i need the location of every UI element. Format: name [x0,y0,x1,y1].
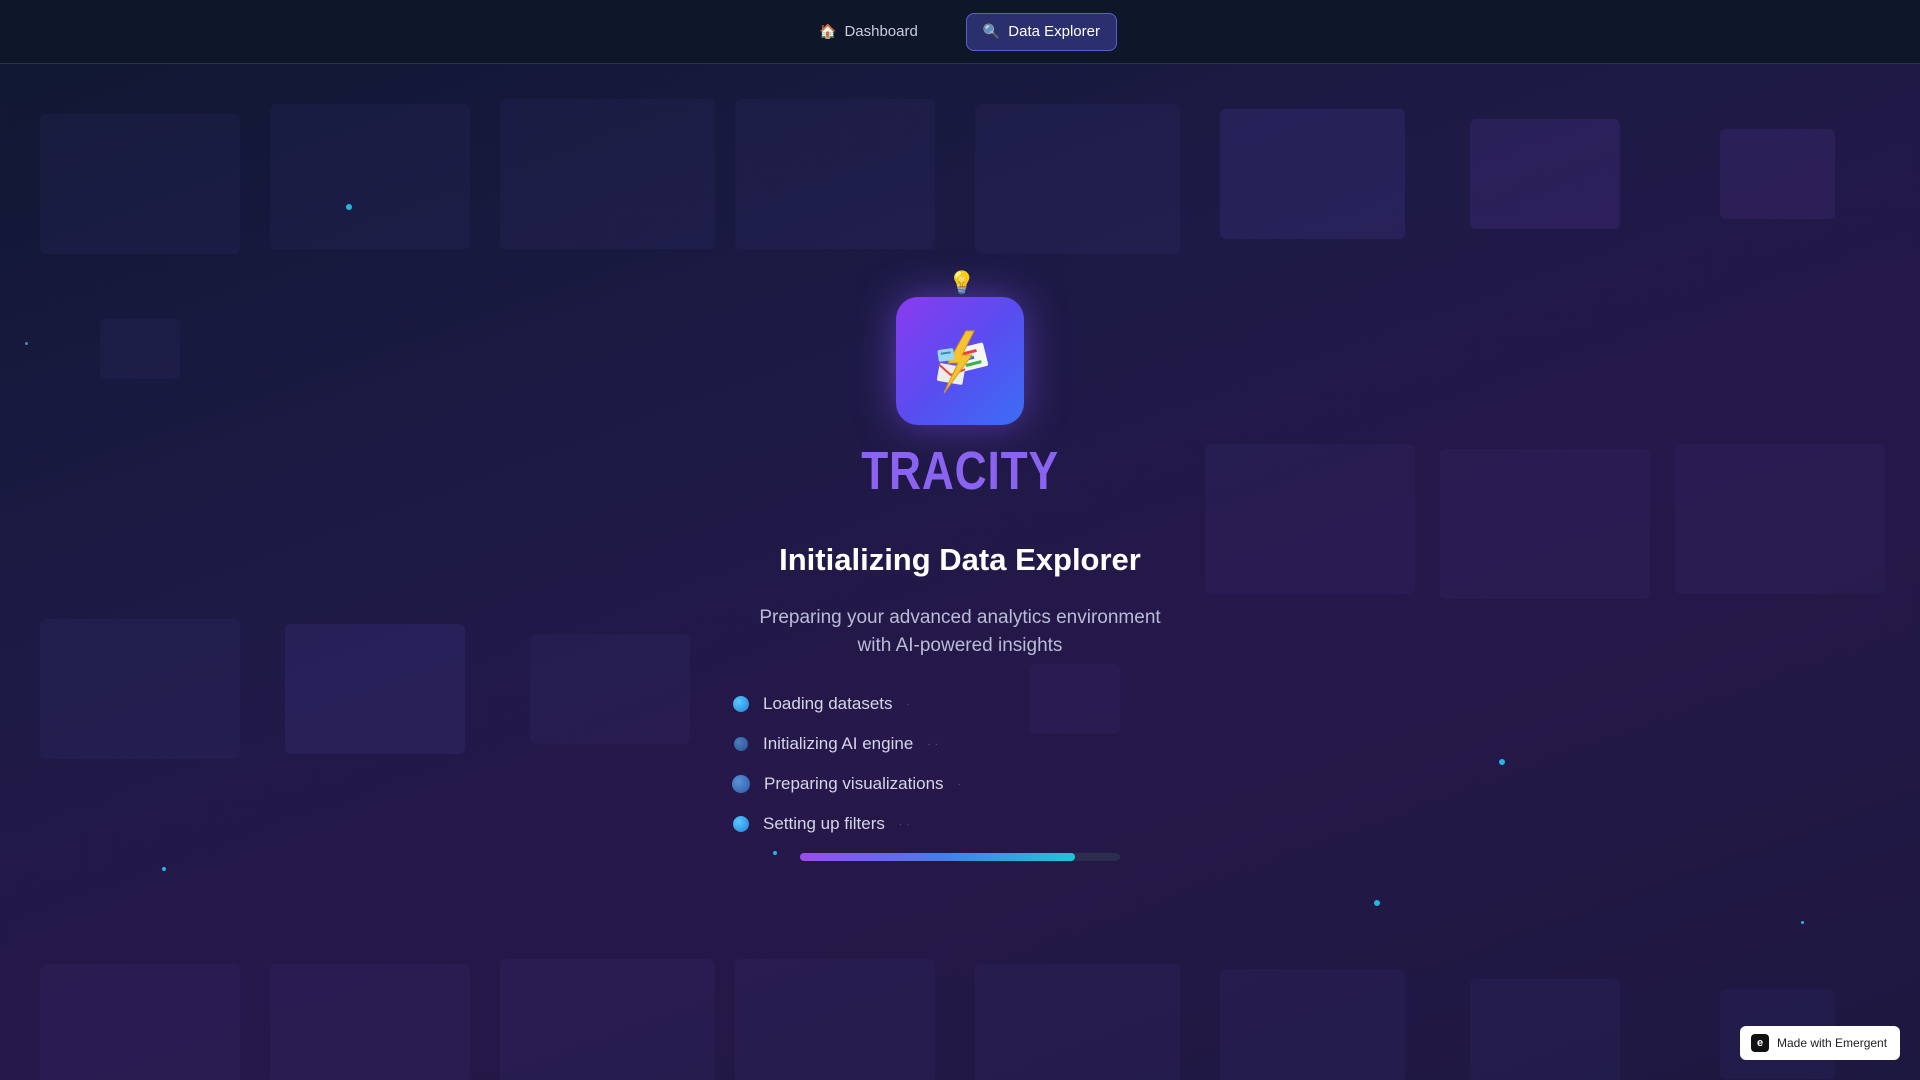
nav-dashboard-button[interactable]: 🏠 Dashboard [803,13,934,51]
progress-bar [800,853,1120,861]
step-label: Setting up filters [763,814,885,833]
bg-tile [500,959,715,1080]
loading-dots-icon: · [906,698,914,710]
brand-wordmark: TRACITY [861,441,1059,501]
nav-data-explorer-label: Data Explorer [1008,23,1100,40]
bg-tile [500,99,715,249]
page-title: Initializing Data Explorer [779,542,1141,577]
bg-tile [270,964,470,1080]
bg-tile [735,99,935,249]
lightbulb-icon: 💡 [948,270,976,295]
particle [773,851,777,855]
bg-tile [1720,129,1835,219]
page-subtitle: Preparing your advanced analytics enviro… [0,604,1920,660]
particle [1374,900,1380,906]
step-label: Initializing AI engine [763,734,914,753]
bg-tile [40,114,240,254]
particle [162,867,166,871]
loading-dots-icon: ·· [898,818,914,830]
app-logo [896,297,1024,425]
made-with-badge[interactable]: e Made with Emergent [1740,1026,1900,1060]
bg-tile [270,104,470,249]
search-icon: 🔍 [982,23,1001,39]
emergent-logo-icon: e [1751,1034,1769,1052]
nav-dashboard-label: Dashboard [844,23,918,40]
bg-tile [735,959,935,1080]
loading-step: Initializing AI engine ·· [733,724,1193,764]
step-indicator-icon [733,696,749,712]
bg-tile [1220,109,1405,239]
particle [346,204,352,210]
bg-tile [40,964,240,1080]
particle [1499,759,1505,765]
top-nav: 🏠 Dashboard 🔍 Data Explorer [0,0,1920,64]
loading-step: Preparing visualizations · [732,764,1193,804]
logo-illustration-icon [936,330,989,394]
bg-tile [100,319,180,379]
bg-tile [975,964,1180,1080]
subtitle-line: with AI-powered insights [857,635,1063,656]
step-indicator-icon [733,816,749,832]
bg-tile [1220,969,1405,1080]
loading-steps: Loading datasets · Initializing AI engin… [732,684,1193,844]
badge-label: Made with Emergent [1777,1036,1888,1050]
loading-dots-icon: ·· [927,738,942,750]
step-indicator-icon [734,737,748,751]
bg-tile [1470,979,1620,1080]
bg-tile [1470,119,1620,229]
loading-dots-icon: · [957,778,965,790]
loading-step: Setting up filters ·· [733,804,1193,844]
loading-step: Loading datasets · [733,684,1193,724]
step-indicator-icon [732,775,750,793]
subtitle-line: Preparing your advanced analytics enviro… [759,607,1161,628]
step-label: Preparing visualizations [764,774,944,793]
step-label: Loading datasets [763,694,893,713]
particle [25,342,28,345]
bg-tile [975,104,1180,254]
nav-data-explorer-button[interactable]: 🔍 Data Explorer [965,12,1117,51]
particle [1801,921,1804,924]
home-icon: 🏠 [819,23,837,39]
progress-bar-fill [800,853,1076,861]
